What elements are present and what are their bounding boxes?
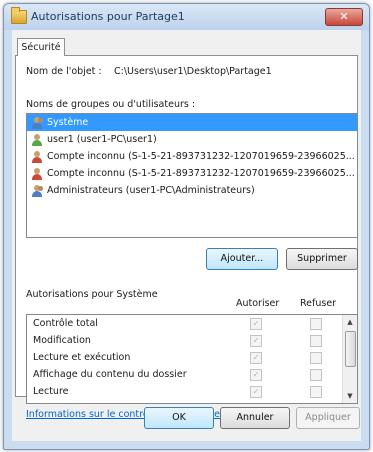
permissions-for-label: Autorisations pour Système	[26, 289, 158, 300]
scroll-down-arrow-icon[interactable]: ▼	[343, 389, 357, 403]
groups-label: Noms de groupes ou d'utilisateurs :	[26, 99, 196, 110]
folder-icon	[11, 7, 27, 24]
add-button[interactable]: Ajouter...	[206, 248, 278, 270]
security-tab-panel: Nom de l'objet : C:\Users\user1\Desktop\…	[15, 55, 358, 420]
tab-security[interactable]: Sécurité	[17, 38, 65, 56]
permissions-dialog: Autorisations pour Partage1 ✕ Sécurité N…	[3, 3, 370, 450]
allow-checkbox[interactable]: ✓	[250, 318, 262, 330]
allow-checkbox[interactable]: ✓	[250, 335, 262, 347]
object-name-label: Nom de l'objet :	[26, 66, 102, 77]
deny-checkbox[interactable]	[310, 318, 322, 330]
unknown-account-icon	[31, 151, 44, 163]
allow-column-header: Autoriser	[236, 298, 280, 309]
permission-row: Modification ✓	[27, 332, 357, 349]
allow-checkbox[interactable]: ✓	[250, 386, 262, 398]
groups-listbox[interactable]: Système user1 (user1-PC\user1) Compte in…	[26, 113, 358, 238]
list-item[interactable]: Compte inconnu (S-1-5-21-893731232-12070…	[27, 165, 357, 182]
ok-button[interactable]: OK	[144, 407, 214, 429]
permission-name: Contrôle total	[33, 318, 98, 329]
permission-row: Lecture et exécution ✓	[27, 349, 357, 366]
permission-row: Affichage du contenu du dossier ✓	[27, 366, 357, 383]
permission-name: Lecture	[33, 386, 69, 397]
group-users-icon	[31, 185, 44, 197]
permission-row: Contrôle total ✓	[27, 315, 357, 332]
allow-checkbox[interactable]: ✓	[250, 369, 262, 381]
user-icon	[31, 134, 44, 146]
permission-name: Modification	[33, 335, 91, 346]
scroll-up-arrow-icon[interactable]: ▲	[343, 315, 357, 329]
close-icon: ✕	[339, 10, 349, 23]
close-button[interactable]: ✕	[325, 8, 363, 26]
list-item[interactable]: Système	[27, 114, 357, 131]
deny-checkbox[interactable]	[310, 369, 322, 381]
scroll-thumb[interactable]	[345, 331, 356, 367]
dialog-client: Sécurité Nom de l'objet : C:\Users\user1…	[12, 30, 361, 441]
group-label: Système	[47, 117, 89, 128]
deny-column-header: Refuser	[300, 298, 337, 309]
permission-name: Lecture et exécution	[33, 352, 131, 363]
deny-checkbox[interactable]	[310, 352, 322, 364]
allow-checkbox[interactable]: ✓	[250, 352, 262, 364]
object-name-value: C:\Users\user1\Desktop\Partage1	[114, 66, 272, 77]
permissions-list[interactable]: Contrôle total ✓ Modification ✓ Lecture …	[26, 314, 358, 404]
deny-checkbox[interactable]	[310, 335, 322, 347]
group-users-icon	[31, 117, 44, 129]
permission-row: Lecture ✓	[27, 383, 357, 400]
cancel-button[interactable]: Annuler	[220, 407, 290, 429]
group-label: Compte inconnu (S-1-5-21-893731232-12070…	[47, 168, 355, 179]
permission-name: Affichage du contenu du dossier	[33, 369, 187, 380]
title-bar[interactable]: Autorisations pour Partage1 ✕	[4, 4, 369, 30]
deny-checkbox[interactable]	[310, 386, 322, 398]
unknown-account-icon	[31, 168, 44, 180]
remove-button[interactable]: Supprimer	[286, 248, 358, 270]
list-item[interactable]: Compte inconnu (S-1-5-21-893731232-12070…	[27, 148, 357, 165]
list-item[interactable]: Administrateurs (user1-PC\Administrateur…	[27, 182, 357, 199]
list-item[interactable]: user1 (user1-PC\user1)	[27, 131, 357, 148]
apply-button[interactable]: Appliquer	[296, 407, 360, 429]
window-title: Autorisations pour Partage1	[31, 10, 185, 23]
group-label: Compte inconnu (S-1-5-21-893731232-12070…	[47, 151, 355, 162]
permissions-scrollbar[interactable]: ▲ ▼	[342, 315, 357, 403]
group-label: user1 (user1-PC\user1)	[47, 134, 157, 145]
group-label: Administrateurs (user1-PC\Administrateur…	[47, 185, 255, 196]
